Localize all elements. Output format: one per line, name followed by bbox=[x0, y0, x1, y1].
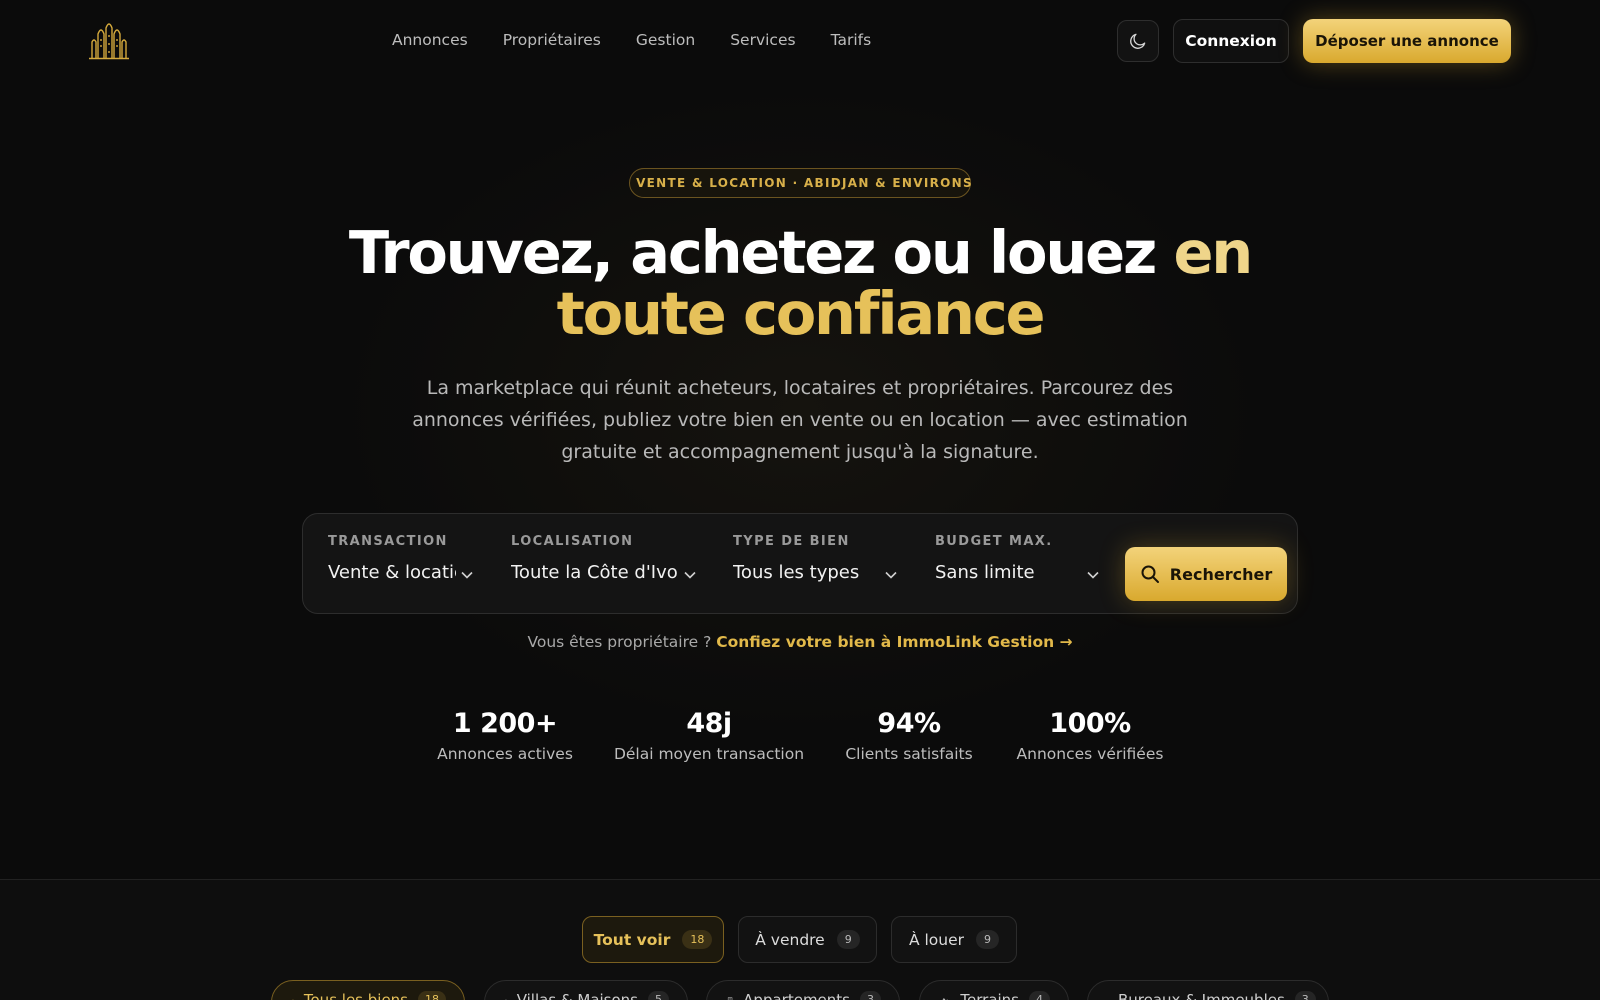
category-count: 4 bbox=[1029, 991, 1050, 1000]
category-villas[interactable]: Villas & Maisons 5 bbox=[484, 980, 688, 1000]
nav-link-services[interactable]: Services bbox=[730, 31, 795, 49]
moon-icon bbox=[1130, 33, 1146, 49]
transaction-label: TRANSACTION bbox=[328, 534, 448, 549]
category-offices[interactable]: Bureaux & Immeubles 3 bbox=[1087, 980, 1329, 1000]
transaction-value: Vente & locatic bbox=[328, 562, 456, 583]
stat-label: Délai moyen transaction bbox=[613, 745, 805, 763]
nav-link-tarifs[interactable]: Tarifs bbox=[831, 31, 872, 49]
stat-value: 100% bbox=[1049, 708, 1131, 739]
search-bar: TRANSACTION Vente & locatic LOCALISATION… bbox=[302, 513, 1298, 614]
stat-value: 1 200+ bbox=[452, 708, 558, 739]
hero-subtitle: La marketplace qui réunit acheteurs, loc… bbox=[412, 377, 1188, 463]
category-label: Tous les biens bbox=[303, 991, 408, 1000]
stat-label: Annonces actives bbox=[437, 745, 573, 763]
owner-cta-prefix: Vous êtes propriétaire ? bbox=[527, 633, 712, 651]
stat-value: 48j bbox=[686, 708, 732, 739]
category-apartments[interactable]: Appartements 3 bbox=[706, 980, 900, 1000]
category-label: Bureaux & Immeubles bbox=[1118, 991, 1285, 1000]
budget-value: Sans limite bbox=[935, 562, 1035, 583]
owner-cta: Vous êtes propriétaire ? Confiez votre b… bbox=[300, 633, 1300, 651]
hero-badge: VENTE & LOCATION · ABIDJAN & ENVIRONS bbox=[629, 168, 973, 198]
tab-label: Tout voir bbox=[593, 930, 671, 949]
category-land[interactable]: Terrains 4 bbox=[919, 980, 1069, 1000]
tab-a-louer[interactable]: À louer 9 bbox=[891, 916, 1017, 963]
theme-toggle-button[interactable] bbox=[1117, 20, 1159, 62]
nav-link-gestion[interactable]: Gestion bbox=[636, 31, 695, 49]
home-icon bbox=[292, 999, 294, 1000]
stat-satisfied-clients: 94% Clients satisfaits bbox=[834, 708, 984, 763]
map-icon bbox=[505, 999, 507, 1000]
chevron-down-icon[interactable] bbox=[460, 568, 474, 582]
stat-verified-listings: 100% Annonces vérifiées bbox=[1010, 708, 1170, 763]
category-label: Appartements bbox=[743, 991, 850, 1000]
chevron-down-icon[interactable] bbox=[1086, 568, 1100, 582]
search-icon bbox=[1141, 565, 1159, 583]
tab-label: À vendre bbox=[755, 930, 825, 949]
headline-accent-1: en bbox=[1173, 218, 1253, 287]
headline-accent-2: toute confiance bbox=[556, 279, 1046, 348]
category-all[interactable]: Tous les biens 18 bbox=[271, 980, 465, 1000]
location-label: LOCALISATION bbox=[511, 534, 634, 549]
property-type-label: TYPE DE BIEN bbox=[733, 534, 850, 549]
search-button-label: Rechercher bbox=[1169, 564, 1273, 584]
building-icon bbox=[727, 997, 733, 1000]
owner-cta-link[interactable]: Confiez votre bien à ImmoLink Gestion → bbox=[716, 633, 1072, 651]
search-button[interactable]: Rechercher bbox=[1125, 547, 1287, 601]
hero-badge-text: VENTE & LOCATION · ABIDJAN & ENVIRONS bbox=[636, 176, 973, 190]
land-icon bbox=[942, 997, 948, 1000]
location-value: Toute la Côte d'Ivoir bbox=[511, 562, 679, 583]
post-listing-button[interactable]: Déposer une annonce bbox=[1303, 19, 1511, 63]
login-button[interactable]: Connexion bbox=[1173, 19, 1289, 63]
tab-count-badge: 9 bbox=[836, 930, 860, 949]
property-type-value: Tous les types bbox=[733, 562, 860, 583]
stat-value: 94% bbox=[877, 708, 941, 739]
budget-label: BUDGET MAX. bbox=[935, 534, 1053, 549]
hero-headline: Trouvez, achetez ou louez en toute confi… bbox=[300, 222, 1300, 344]
logo-icon[interactable] bbox=[88, 22, 130, 60]
category-label: Terrains bbox=[960, 991, 1019, 1000]
category-count: 3 bbox=[860, 991, 881, 1000]
category-count: 18 bbox=[418, 991, 446, 1000]
tab-a-vendre[interactable]: À vendre 9 bbox=[738, 916, 877, 963]
stat-average-delay: 48j Délai moyen transaction bbox=[609, 708, 809, 763]
tab-tout-voir[interactable]: Tout voir 18 bbox=[582, 916, 724, 963]
chevron-down-icon[interactable] bbox=[683, 568, 697, 582]
headline-main: Trouvez, achetez ou louez bbox=[348, 218, 1157, 287]
tab-label: À louer bbox=[908, 930, 965, 949]
category-count: 5 bbox=[648, 991, 669, 1000]
stat-label: Annonces vérifiées bbox=[1016, 745, 1164, 763]
category-count: 3 bbox=[1294, 991, 1316, 1000]
stat-label: Clients satisfaits bbox=[845, 745, 973, 763]
top-navigation: Annonces Propriétaires Gestion Services … bbox=[0, 0, 1600, 84]
nav-link-proprietaires[interactable]: Propriétaires bbox=[503, 31, 601, 49]
category-label: Villas & Maisons bbox=[516, 991, 638, 1000]
nav-link-annonces[interactable]: Annonces bbox=[392, 31, 468, 49]
tab-count-badge: 18 bbox=[682, 930, 713, 949]
location-select[interactable]: LOCALISATION Toute la Côte d'Ivoir bbox=[511, 534, 711, 583]
main-menu: Annonces Propriétaires Gestion Services … bbox=[392, 31, 871, 49]
tab-count-badge: 9 bbox=[976, 930, 1000, 949]
stat-active-listings: 1 200+ Annonces actives bbox=[430, 708, 580, 763]
chevron-down-icon[interactable] bbox=[884, 568, 898, 582]
